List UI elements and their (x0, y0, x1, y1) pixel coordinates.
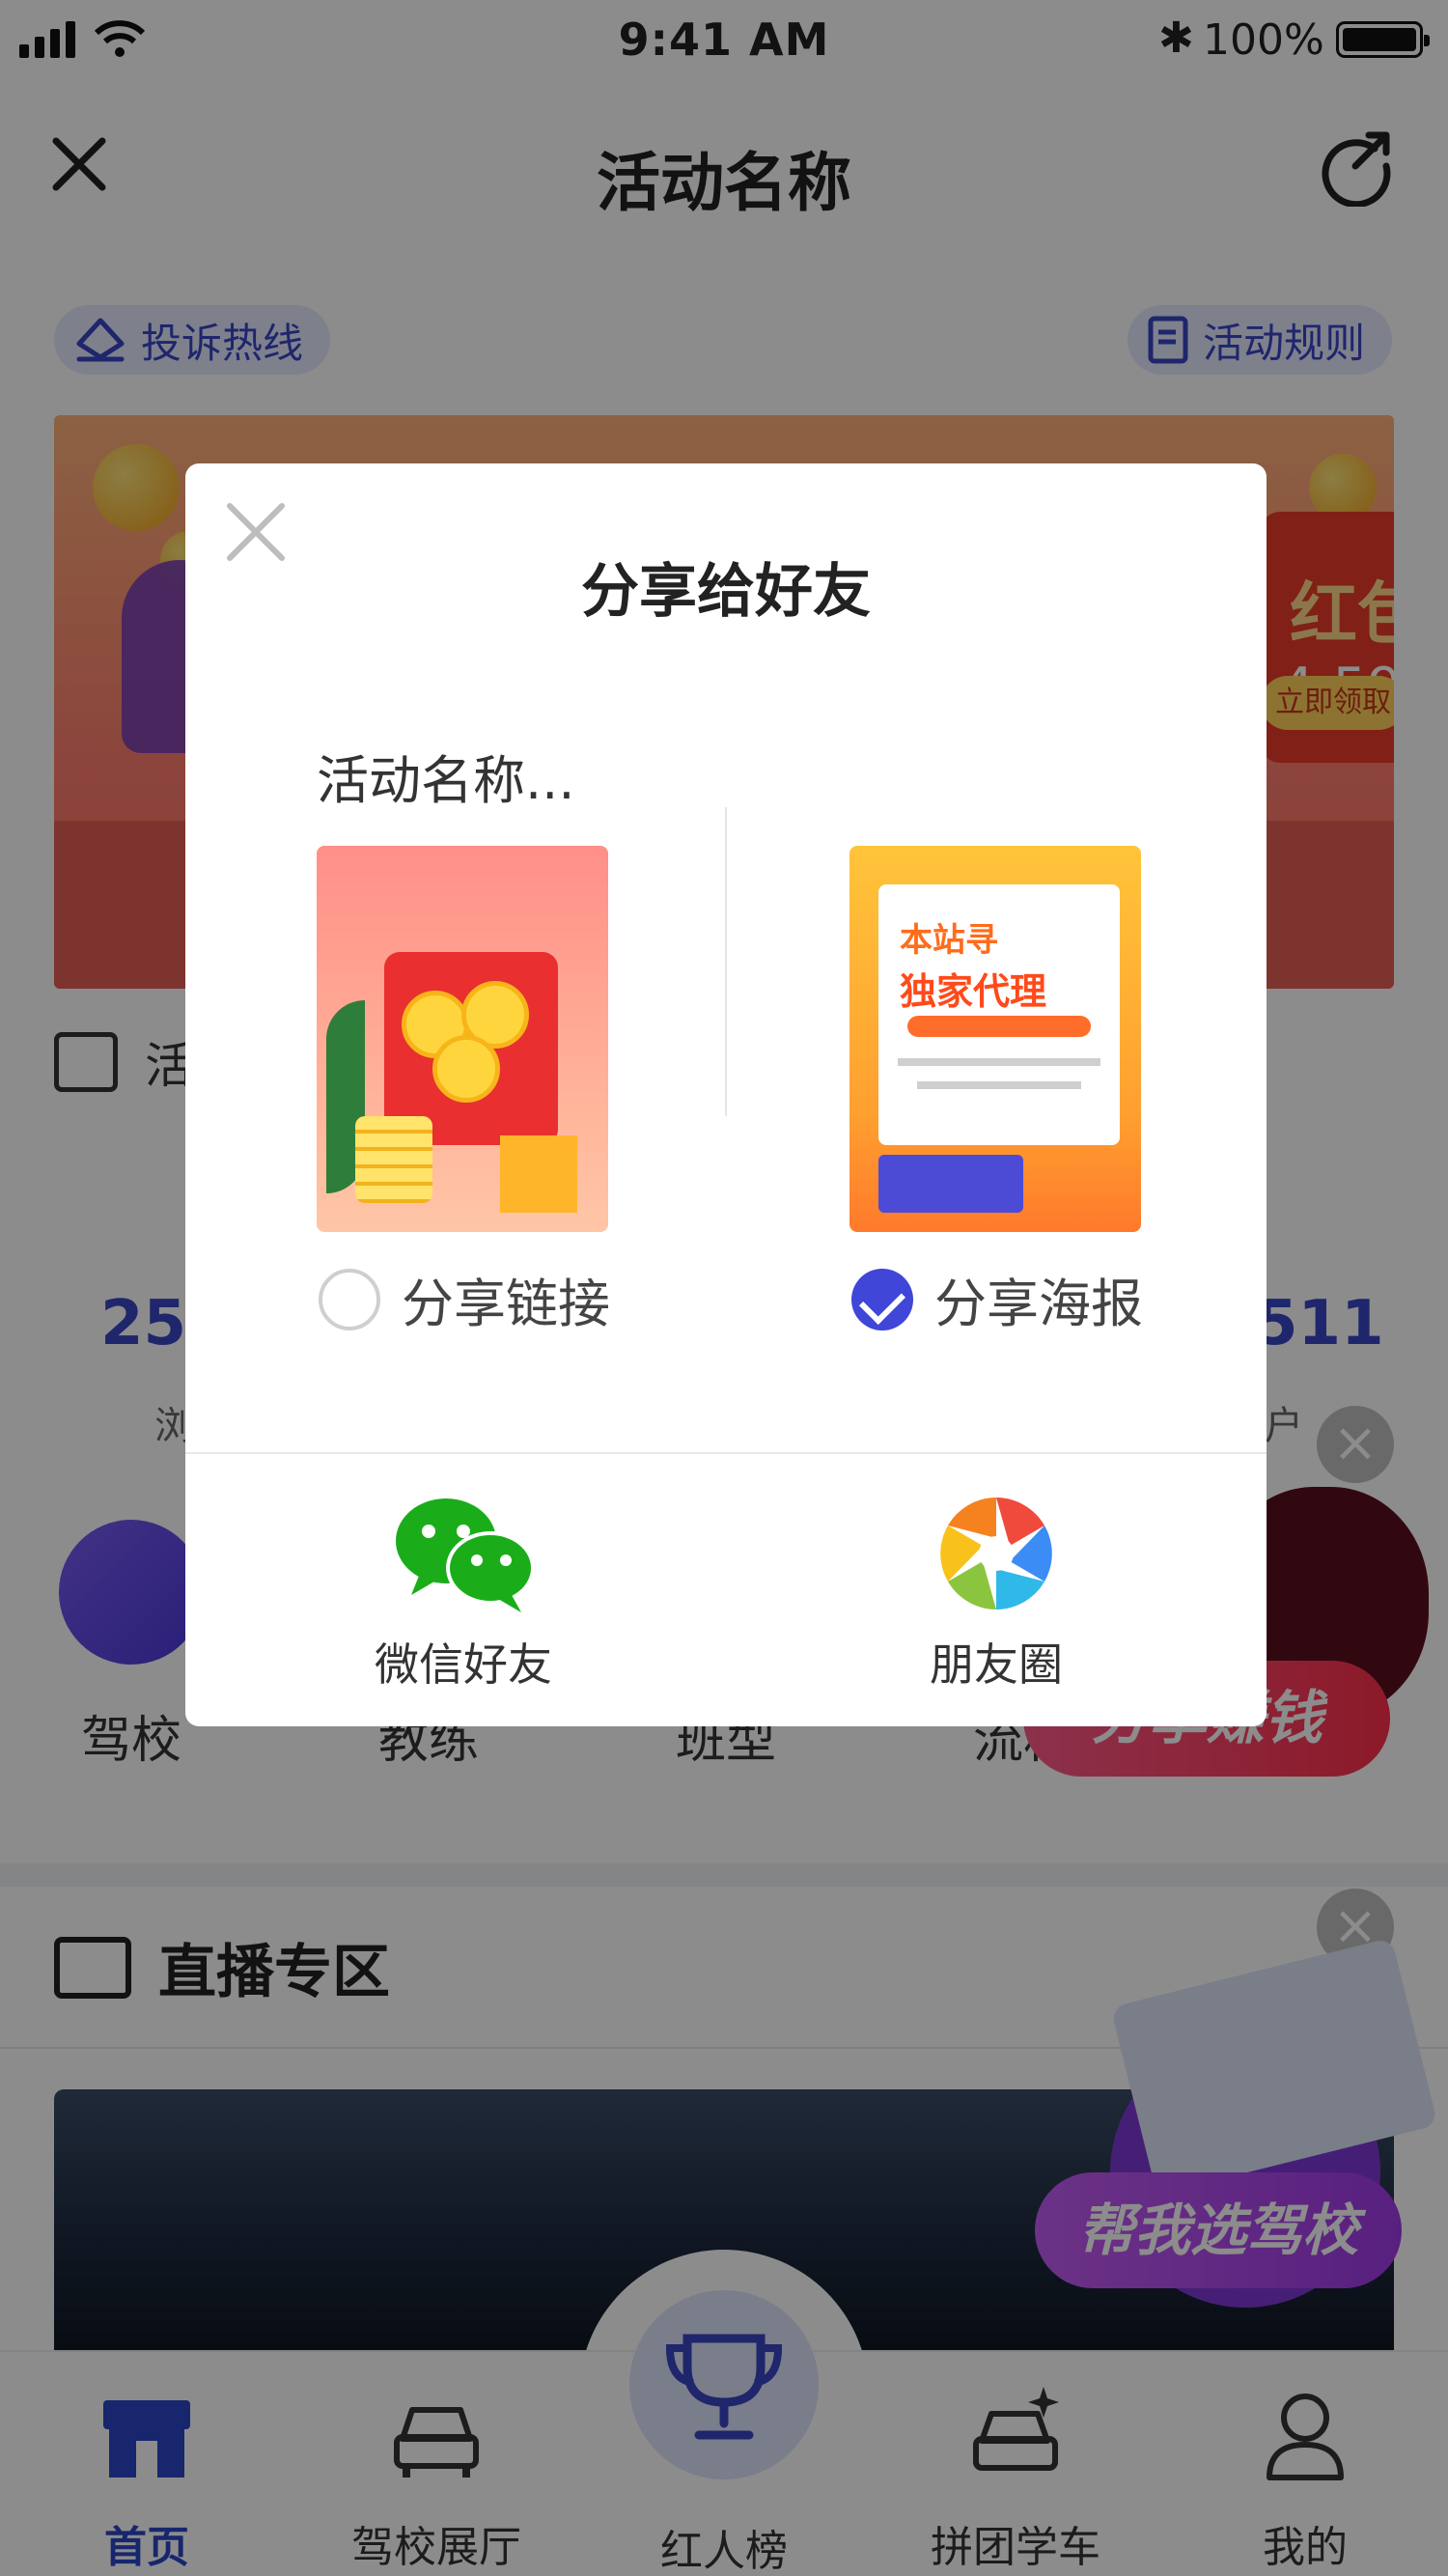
share-link-option[interactable]: 分享链接 (319, 1261, 610, 1337)
share-link-radio[interactable] (319, 1268, 380, 1330)
moments-label: 朋友圈 (930, 1638, 1063, 1691)
share-poster-option[interactable]: 分享海报 (851, 1261, 1143, 1337)
share-modal: 分享给好友 活动名称... 本站寻 独家代理 分享链接 分享海报 微信好友 朋友… (185, 463, 1267, 1726)
wechat-label: 微信好友 (375, 1638, 552, 1691)
share-poster-radio[interactable] (851, 1268, 913, 1330)
share-link-label: 分享链接 (402, 1274, 610, 1334)
share-wechat-friends-button[interactable]: 微信好友 (319, 1491, 608, 1694)
options-divider (725, 807, 727, 1116)
share-poster-label: 分享海报 (934, 1274, 1143, 1334)
moments-icon (940, 1498, 1052, 1610)
activity-name: 活动名称... (317, 750, 575, 811)
share-link-thumbnail[interactable] (317, 846, 608, 1232)
poster-headline-2: 独家代理 (900, 970, 1047, 1013)
share-poster-thumbnail[interactable]: 本站寻 独家代理 (849, 846, 1141, 1232)
modal-title: 分享给好友 (581, 558, 871, 626)
share-moments-button[interactable]: 朋友圈 (851, 1491, 1141, 1694)
app-screen: 9:41 AM ✱ 100% 活动名称 投诉热线 活动规则 红包 立即领取 活 … (0, 0, 1448, 2576)
poster-headline-1: 本站寻 (900, 921, 998, 960)
modal-divider (185, 1452, 1267, 1454)
wechat-icon (396, 1498, 535, 1612)
